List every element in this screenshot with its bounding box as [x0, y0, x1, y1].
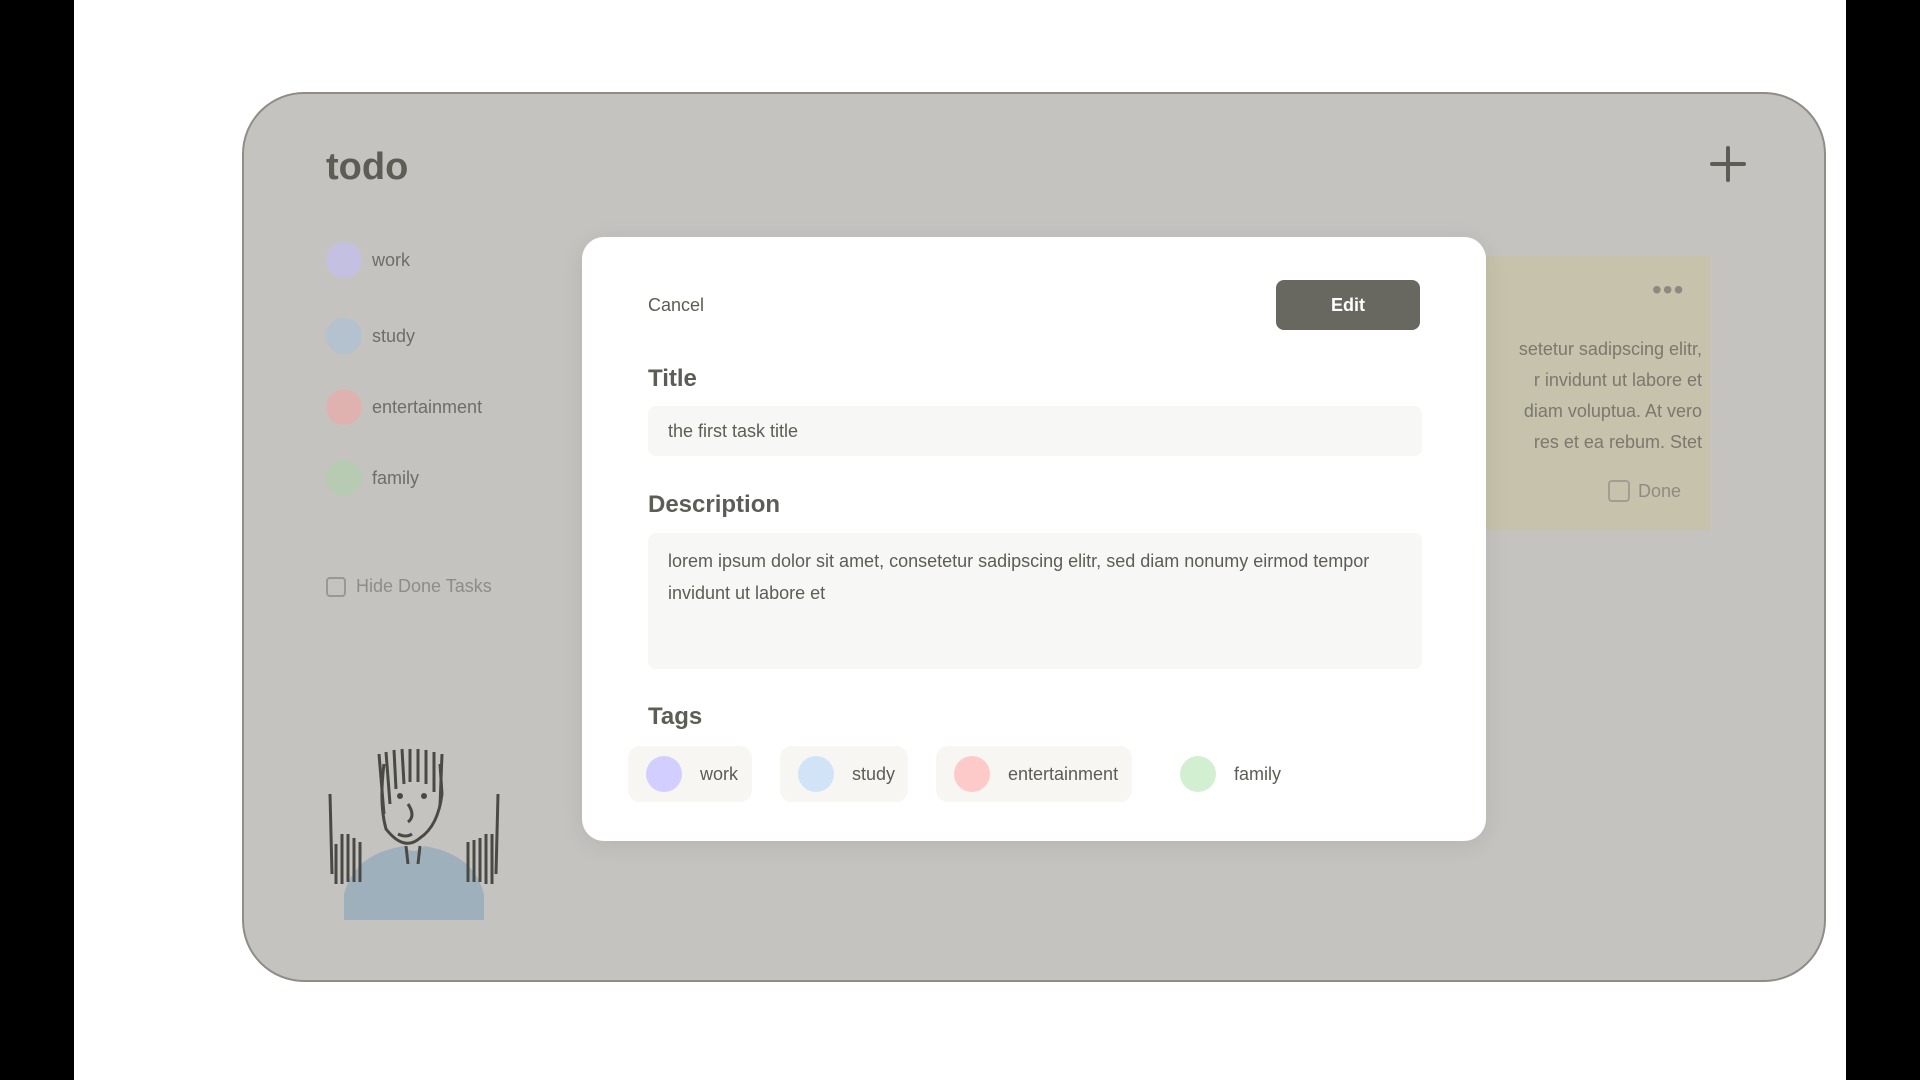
sidebar-item-label: study: [372, 325, 416, 346]
hide-done-toggle[interactable]: Hide Done Tasks: [326, 576, 492, 597]
sidebar-item-family[interactable]: family: [326, 460, 419, 496]
title-input[interactable]: the first task title: [648, 406, 1422, 456]
sidebar-item-work[interactable]: work: [326, 242, 410, 278]
avatar-illustration: [328, 748, 500, 920]
task-card-line: diam voluptua. At vero: [1523, 401, 1702, 421]
checkbox[interactable]: [326, 576, 346, 597]
entertainment-color-dot: [954, 756, 990, 792]
page-background: todo work study entertainment family Hid…: [74, 0, 1846, 1080]
family-color-dot: [326, 460, 362, 496]
tag-entertainment[interactable]: entertainment: [936, 746, 1132, 802]
sidebar-item-label: family: [372, 467, 420, 488]
edit-button[interactable]: Edit: [1276, 280, 1420, 330]
description-label: Description: [648, 491, 781, 518]
edit-task-modal: Cancel Edit Title the first task title D…: [582, 237, 1486, 841]
done-label: Done: [1638, 480, 1682, 501]
tag-label: family: [1234, 763, 1282, 784]
study-color-dot: [798, 756, 834, 792]
app-logo: todo: [326, 146, 409, 188]
tag-study[interactable]: study: [780, 746, 908, 802]
title-label: Title: [648, 365, 697, 392]
ellipsis-icon[interactable]: •••: [1652, 276, 1684, 304]
sidebar-item-study[interactable]: study: [326, 318, 415, 354]
cancel-button[interactable]: Cancel: [648, 295, 704, 316]
work-color-dot: [326, 242, 362, 278]
task-card-line: setetur sadipscing elitr,: [1518, 339, 1702, 359]
tag-label: study: [852, 763, 896, 784]
tags-label: Tags: [648, 703, 703, 730]
tag-work[interactable]: work: [628, 746, 752, 802]
sidebar-item-label: work: [372, 249, 411, 270]
tag-label: entertainment: [1008, 763, 1119, 784]
study-color-dot: [326, 318, 362, 354]
done-toggle[interactable]: Done: [1608, 480, 1681, 502]
work-color-dot: [646, 756, 682, 792]
task-card-line: res et ea rebum. Stet: [1533, 432, 1702, 452]
entertainment-color-dot: [326, 389, 362, 425]
description-textarea[interactable]: lorem ipsum dolor sit amet, consetetur s…: [648, 533, 1422, 669]
tag-label: work: [700, 763, 739, 784]
task-card-line: r invidunt ut labore et: [1533, 370, 1702, 390]
family-color-dot: [1180, 756, 1216, 792]
task-card-description: setetur sadipscing elitr, r invidunt ut …: [1456, 334, 1702, 458]
sidebar-item-entertainment[interactable]: entertainment: [326, 389, 482, 425]
done-checkbox[interactable]: [1608, 480, 1630, 502]
hide-done-label: Hide Done Tasks: [356, 576, 492, 596]
plus-icon[interactable]: [1706, 142, 1750, 186]
tag-family[interactable]: family: [1162, 746, 1290, 802]
task-card[interactable]: ••• setetur sadipscing elitr, r invidunt…: [1456, 256, 1710, 530]
sidebar-item-label: entertainment: [372, 396, 483, 417]
